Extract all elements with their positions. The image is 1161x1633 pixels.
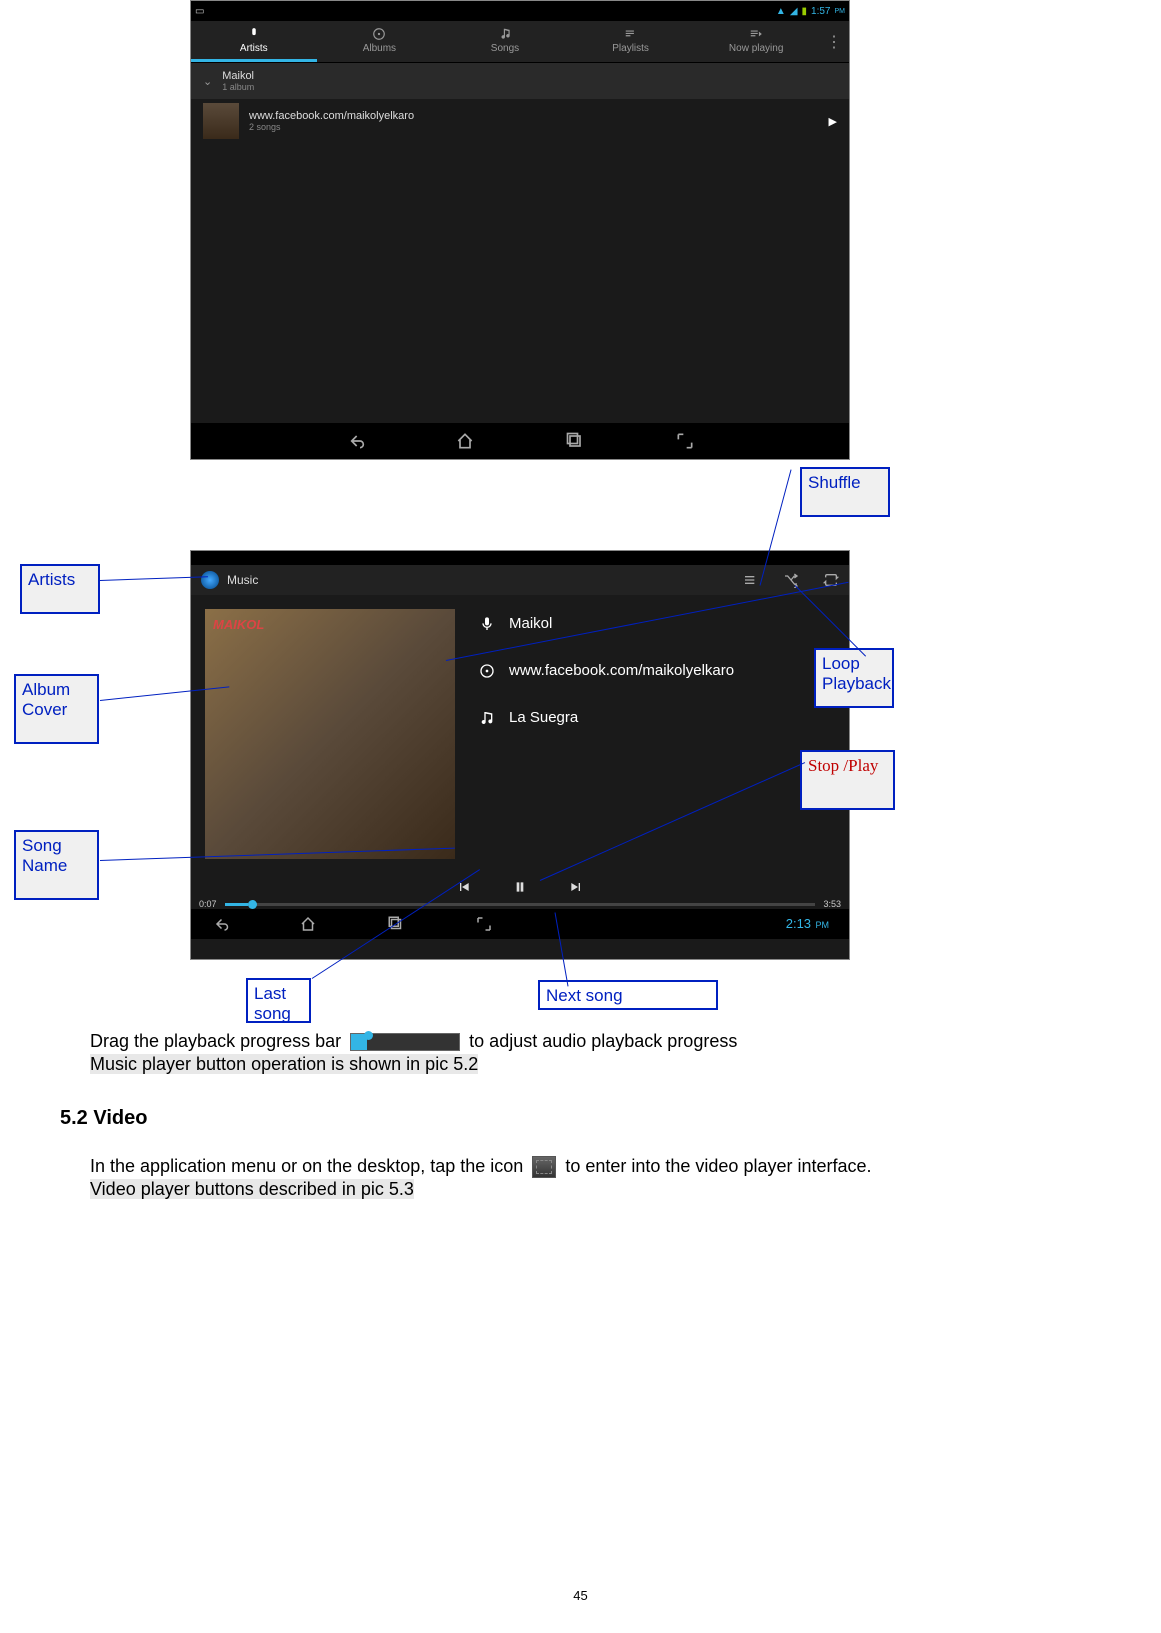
note-icon (479, 710, 495, 726)
status-ampm: PM (835, 8, 846, 15)
home-icon[interactable] (455, 431, 475, 451)
wifi-icon: ▲ (776, 6, 786, 17)
album-title: www.facebook.com/maikolyelkaro (249, 110, 414, 122)
tab-label: Artists (240, 43, 268, 54)
album-row[interactable]: www.facebook.com/maikolyelkaro 2 songs ▶ (191, 99, 849, 143)
speaker-icon (201, 571, 219, 589)
home-icon[interactable] (299, 915, 317, 933)
chevron-down-icon: ⌄ (203, 75, 212, 88)
annot-loop: Loop Playback (814, 648, 894, 708)
progress-bar-row: 0:07 3:53 (191, 899, 849, 909)
album-thumbnail (203, 103, 239, 139)
tab-artists[interactable]: Artists (191, 21, 317, 62)
screenshot-icon[interactable] (675, 431, 695, 451)
status-time: 1:57 (811, 6, 830, 17)
annot-last-song: Last song (246, 978, 311, 1023)
album-cover (205, 609, 455, 859)
drag-text-pre: Drag the playback progress bar (90, 1031, 341, 1051)
recent-icon[interactable] (565, 431, 585, 451)
player-title: Music (227, 573, 258, 587)
tab-label: Songs (491, 43, 519, 54)
status-bar: ▭ ▲ ◢ ▮ 1:57 PM (191, 1, 849, 21)
next-icon[interactable] (568, 879, 584, 895)
artist-name: Maikol (222, 70, 254, 82)
clock-ampm: PM (816, 920, 830, 930)
progress-track[interactable] (225, 903, 816, 906)
tab-now-playing[interactable]: Now playing (693, 21, 819, 62)
pause-icon[interactable] (512, 879, 528, 895)
time-total: 3:53 (823, 899, 841, 909)
drag-text-post: to adjust audio playback progress (469, 1031, 737, 1051)
tab-label: Now playing (729, 43, 783, 54)
disc-icon (479, 663, 495, 679)
video-text-pre: In the application menu or on the deskto… (90, 1156, 523, 1176)
video-text-post: to enter into the video player interface… (565, 1156, 871, 1176)
album-name: www.facebook.com/maikolyelkaro (509, 662, 734, 679)
progress-bar-inline-image (350, 1033, 460, 1051)
nav-bar (191, 423, 849, 459)
annot-album-cover: Album Cover (14, 674, 99, 744)
annot-stop-play: Stop /Play (800, 750, 895, 810)
back-icon[interactable] (211, 915, 229, 933)
music-player-screenshot: Music Maikol www.facebook.com/maikolyelk… (190, 550, 850, 960)
clock-time: 2:13 (786, 916, 811, 931)
annot-next-song: Next song (538, 980, 718, 1010)
back-icon[interactable] (345, 431, 365, 451)
signal-icon: ◢ (790, 6, 798, 17)
tab-songs[interactable]: Songs (442, 21, 568, 62)
tab-label: Albums (363, 43, 396, 54)
progress-thumb[interactable] (248, 900, 257, 909)
annot-shuffle: Shuffle (800, 467, 890, 517)
annot-artists: Artists (20, 564, 100, 614)
tab-playlists[interactable]: Playlists (568, 21, 694, 62)
status-bar (191, 551, 849, 565)
overflow-icon[interactable]: ⋮ (819, 21, 849, 62)
annot-song-name: Song Name (14, 830, 99, 900)
music-ops-text: Music player button operation is shown i… (90, 1054, 478, 1074)
video-icon-inline-image (532, 1156, 556, 1178)
play-icon[interactable]: ▶ (829, 115, 837, 128)
artist-count: 1 album (222, 82, 254, 92)
player-titlebar: Music (191, 565, 849, 595)
tab-albums[interactable]: Albums (317, 21, 443, 62)
screenshot-icon[interactable] (475, 915, 493, 933)
artist-row[interactable]: ⌄ Maikol 1 album (191, 63, 849, 99)
queue-icon[interactable] (743, 572, 759, 588)
page-number: 45 (573, 1588, 587, 1603)
artist-name: Maikol (509, 615, 552, 632)
tab-label: Playlists (612, 43, 649, 54)
playback-controls (191, 875, 849, 899)
music-library-screenshot: ▭ ▲ ◢ ▮ 1:57 PM Artists Albums Songs Pla… (190, 0, 850, 460)
video-desc-text: Video player buttons described in pic 5.… (90, 1179, 414, 1199)
song-count: 2 songs (249, 122, 414, 132)
section-heading: 5.2 Video (60, 1105, 147, 1131)
music-tabs: Artists Albums Songs Playlists Now playi… (191, 21, 849, 63)
sd-icon: ▭ (195, 6, 204, 17)
mic-icon (479, 616, 495, 632)
battery-icon: ▮ (802, 6, 808, 17)
nav-bar: 2:13 PM (191, 909, 849, 939)
song-info: La Suegra (479, 709, 839, 726)
time-elapsed: 0:07 (199, 899, 217, 909)
song-name: La Suegra (509, 709, 578, 726)
album-info: www.facebook.com/maikolyelkaro (479, 662, 839, 679)
